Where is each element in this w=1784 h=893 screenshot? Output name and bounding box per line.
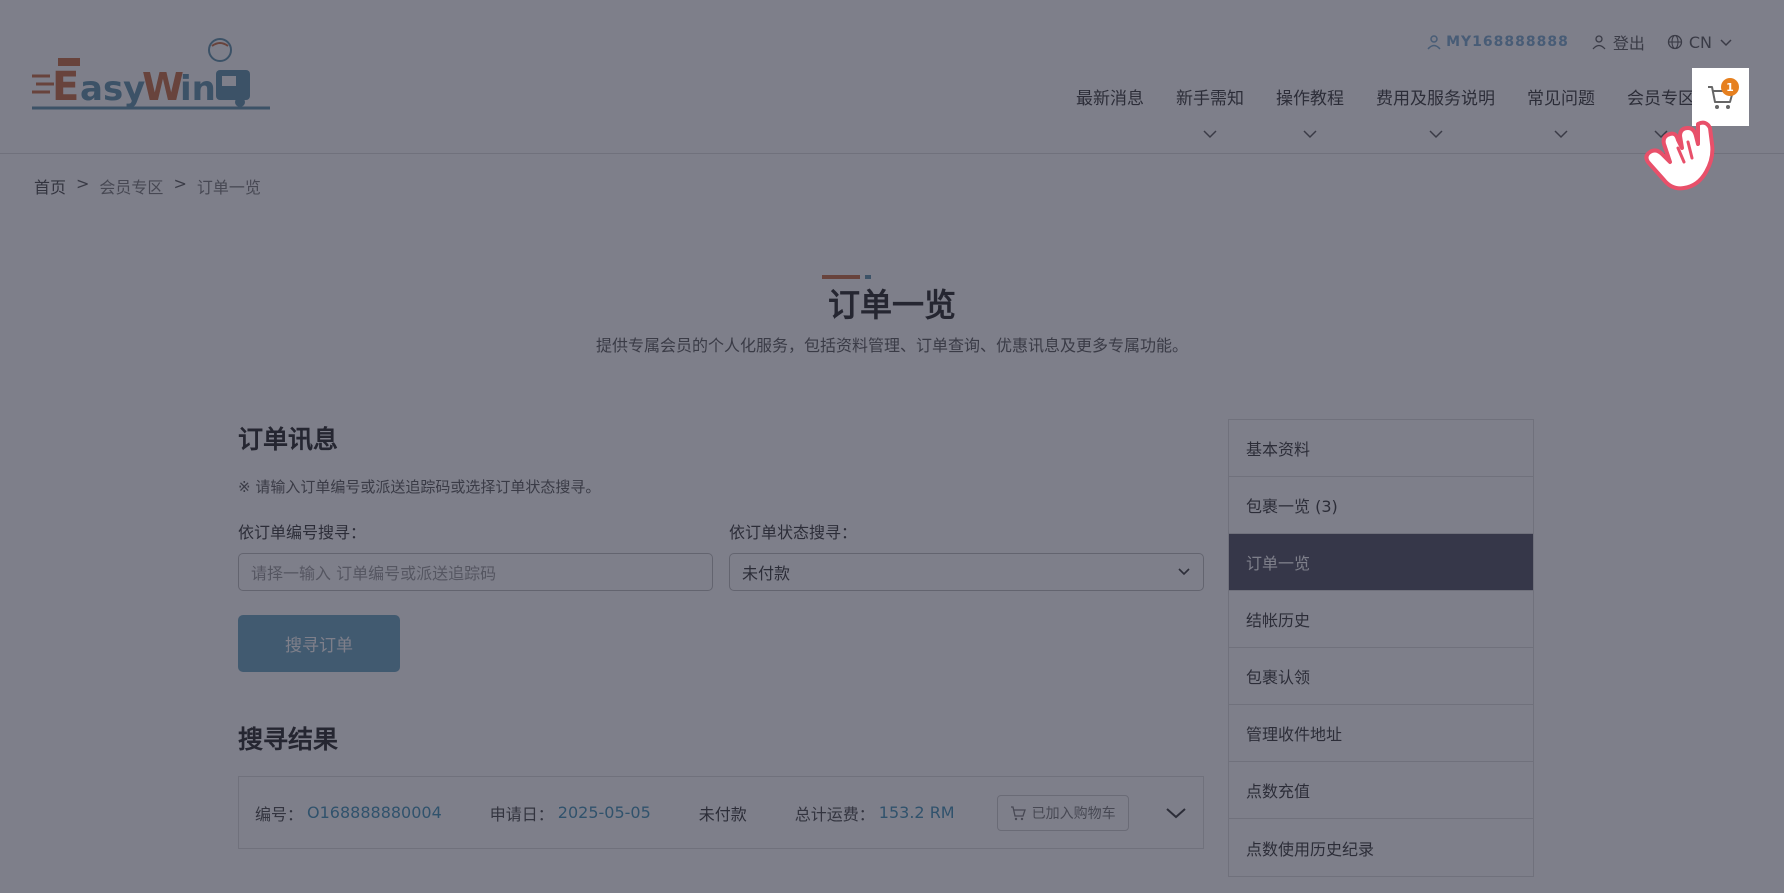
user-id-text: MY168888888 <box>1446 34 1569 50</box>
sidebar-item-addresses[interactable]: 管理收件地址 <box>1229 705 1533 762</box>
svg-text:asy: asy <box>80 69 145 109</box>
status-label: 依订单状态搜寻： <box>729 523 858 542</box>
globe-icon <box>1667 34 1683 50</box>
nav-label: 最新消息 <box>1076 89 1144 109</box>
status-selected: 未付款 <box>742 564 791 583</box>
search-note: ※ 请输入订单编号或派送追踪码或选择订单状态搜寻。 <box>238 478 601 496</box>
user-id[interactable]: MY168888888 <box>1426 34 1569 50</box>
order-no-field: 依订单编号搜寻： 请择一输入 订单编号或派送追踪码 <box>238 519 713 591</box>
nav-label: 会员专区 <box>1627 89 1695 109</box>
user-icon <box>1427 35 1441 50</box>
logo-graphic: E asy W in <box>32 38 270 110</box>
order-number: 编号： O168888880004 <box>255 801 442 825</box>
total-fee-label: 总计运费： <box>794 804 875 824</box>
search-order-button[interactable]: 搜寻订单 <box>238 615 400 672</box>
results-title: 搜寻结果 <box>238 725 339 754</box>
page-subtitle: 提供专属会员的个人化服务，包括资料管理、订单查询、优惠讯息及更多专属功能。 <box>595 336 1188 355</box>
member-sidebar: 基本资料 包裹一览 (3) 订单一览 结帐历史 包裹认领 管理收件地址 点数充值… <box>1228 419 1534 877</box>
chevron-down-icon <box>1428 130 1443 139</box>
breadcrumb-separator: > <box>173 174 187 193</box>
language-label: CN <box>1688 32 1712 52</box>
accent-blue <box>865 275 871 279</box>
order-number-label: 编号： <box>255 804 304 824</box>
main-nav: 最新消息 新手需知 操作教程 费用及服务说明 常见问题 会员专区 <box>1060 84 1711 139</box>
sidebar-item-packages[interactable]: 包裹一览 (3) <box>1229 477 1533 534</box>
chevron-down-icon <box>1203 130 1217 139</box>
svg-text:E: E <box>52 64 79 110</box>
sidebar-item-points-history[interactable]: 点数使用历史纪录 <box>1229 819 1533 876</box>
cart-icon <box>1010 805 1026 820</box>
svg-text:W: W <box>142 65 184 109</box>
nav-label: 新手需知 <box>1176 89 1244 109</box>
search-fields: 依订单编号搜寻： 请择一输入 订单编号或派送追踪码 依订单状态搜寻： 未付款 <box>238 519 1204 591</box>
added-to-cart-label: 已加入购物车 <box>1031 805 1116 822</box>
order-status: 未付款 <box>699 801 747 825</box>
logout-label: 登出 <box>1612 34 1645 53</box>
status-select[interactable]: 未付款 <box>729 553 1204 591</box>
nav-item-news[interactable]: 最新消息 <box>1060 84 1160 139</box>
expand-chevron-icon[interactable] <box>1165 806 1187 820</box>
breadcrumb-current: 订单一览 <box>196 178 261 197</box>
added-to-cart-button[interactable]: 已加入购物车 <box>996 794 1129 831</box>
apply-date-label: 申请日： <box>489 804 554 824</box>
nav-label: 操作教程 <box>1276 89 1344 109</box>
total-fee-value: 153.2 RM <box>878 803 955 822</box>
order-no-label: 依订单编号搜寻： <box>238 523 367 542</box>
nav-label: 费用及服务说明 <box>1376 89 1495 109</box>
nav-label: 常见问题 <box>1527 89 1595 109</box>
apply-date-value: 2025-05-05 <box>557 803 651 822</box>
person-icon <box>1592 35 1606 50</box>
chevron-down-icon <box>1554 130 1568 139</box>
pointing-hand-icon <box>1644 120 1715 191</box>
page-title: 订单一览 <box>827 286 956 324</box>
easywin-logo[interactable]: E asy W in <box>32 36 274 116</box>
accent-orange <box>822 275 860 279</box>
chevron-down-icon <box>1178 568 1190 576</box>
sidebar-item-orders[interactable]: 订单一览 <box>1229 534 1533 591</box>
sidebar-item-checkout-history[interactable]: 结帐历史 <box>1229 591 1533 648</box>
sidebar-item-profile[interactable]: 基本资料 <box>1229 420 1533 477</box>
top-utility-bar: MY168888888 登出 CN <box>1426 30 1734 54</box>
order-no-placeholder: 请择一输入 订单编号或派送追踪码 <box>251 564 497 583</box>
chevron-down-icon <box>1720 39 1732 47</box>
chevron-down-icon <box>1303 130 1317 139</box>
site-header: E asy W in MY168888888 登出 CN 最新消息 新手需知 操… <box>0 0 1784 154</box>
breadcrumb-member[interactable]: 会员专区 <box>99 174 163 198</box>
nav-item-beginner[interactable]: 新手需知 <box>1160 84 1260 139</box>
order-status-value: 未付款 <box>698 804 747 824</box>
nav-item-tutorial[interactable]: 操作教程 <box>1260 84 1360 139</box>
table-row[interactable]: 编号： O168888880004 申请日： 2025-05-05 未付款 总计… <box>238 776 1204 849</box>
order-no-input[interactable]: 请择一输入 订单编号或派送追踪码 <box>238 553 713 591</box>
sidebar-item-points-topup[interactable]: 点数充值 <box>1229 762 1533 819</box>
order-section: 订单讯息 ※ 请输入订单编号或派送追踪码或选择订单状态搜寻。 依订单编号搜寻： … <box>238 420 1204 849</box>
nav-item-fees[interactable]: 费用及服务说明 <box>1360 84 1511 139</box>
sidebar-item-package-claim[interactable]: 包裹认领 <box>1229 648 1533 705</box>
breadcrumb: 首页 > 会员专区 > 订单一览 <box>34 174 261 198</box>
breadcrumb-separator: > <box>76 174 90 193</box>
total-fee: 总计运费： 153.2 RM <box>795 801 955 825</box>
breadcrumb-home[interactable]: 首页 <box>34 174 66 198</box>
order-info-title: 订单讯息 <box>238 425 339 454</box>
nav-item-faq[interactable]: 常见问题 <box>1511 84 1611 139</box>
language-selector[interactable]: CN <box>1667 33 1734 52</box>
status-field: 依订单状态搜寻： 未付款 <box>729 519 1204 591</box>
svg-text:in: in <box>180 69 216 109</box>
order-number-value[interactable]: O168888880004 <box>307 803 442 822</box>
title-accent-bar <box>822 275 871 279</box>
logout-link[interactable]: 登出 <box>1591 30 1645 54</box>
apply-date: 申请日： 2025-05-05 <box>490 801 651 825</box>
cart-count-badge: 1 <box>1721 78 1739 96</box>
